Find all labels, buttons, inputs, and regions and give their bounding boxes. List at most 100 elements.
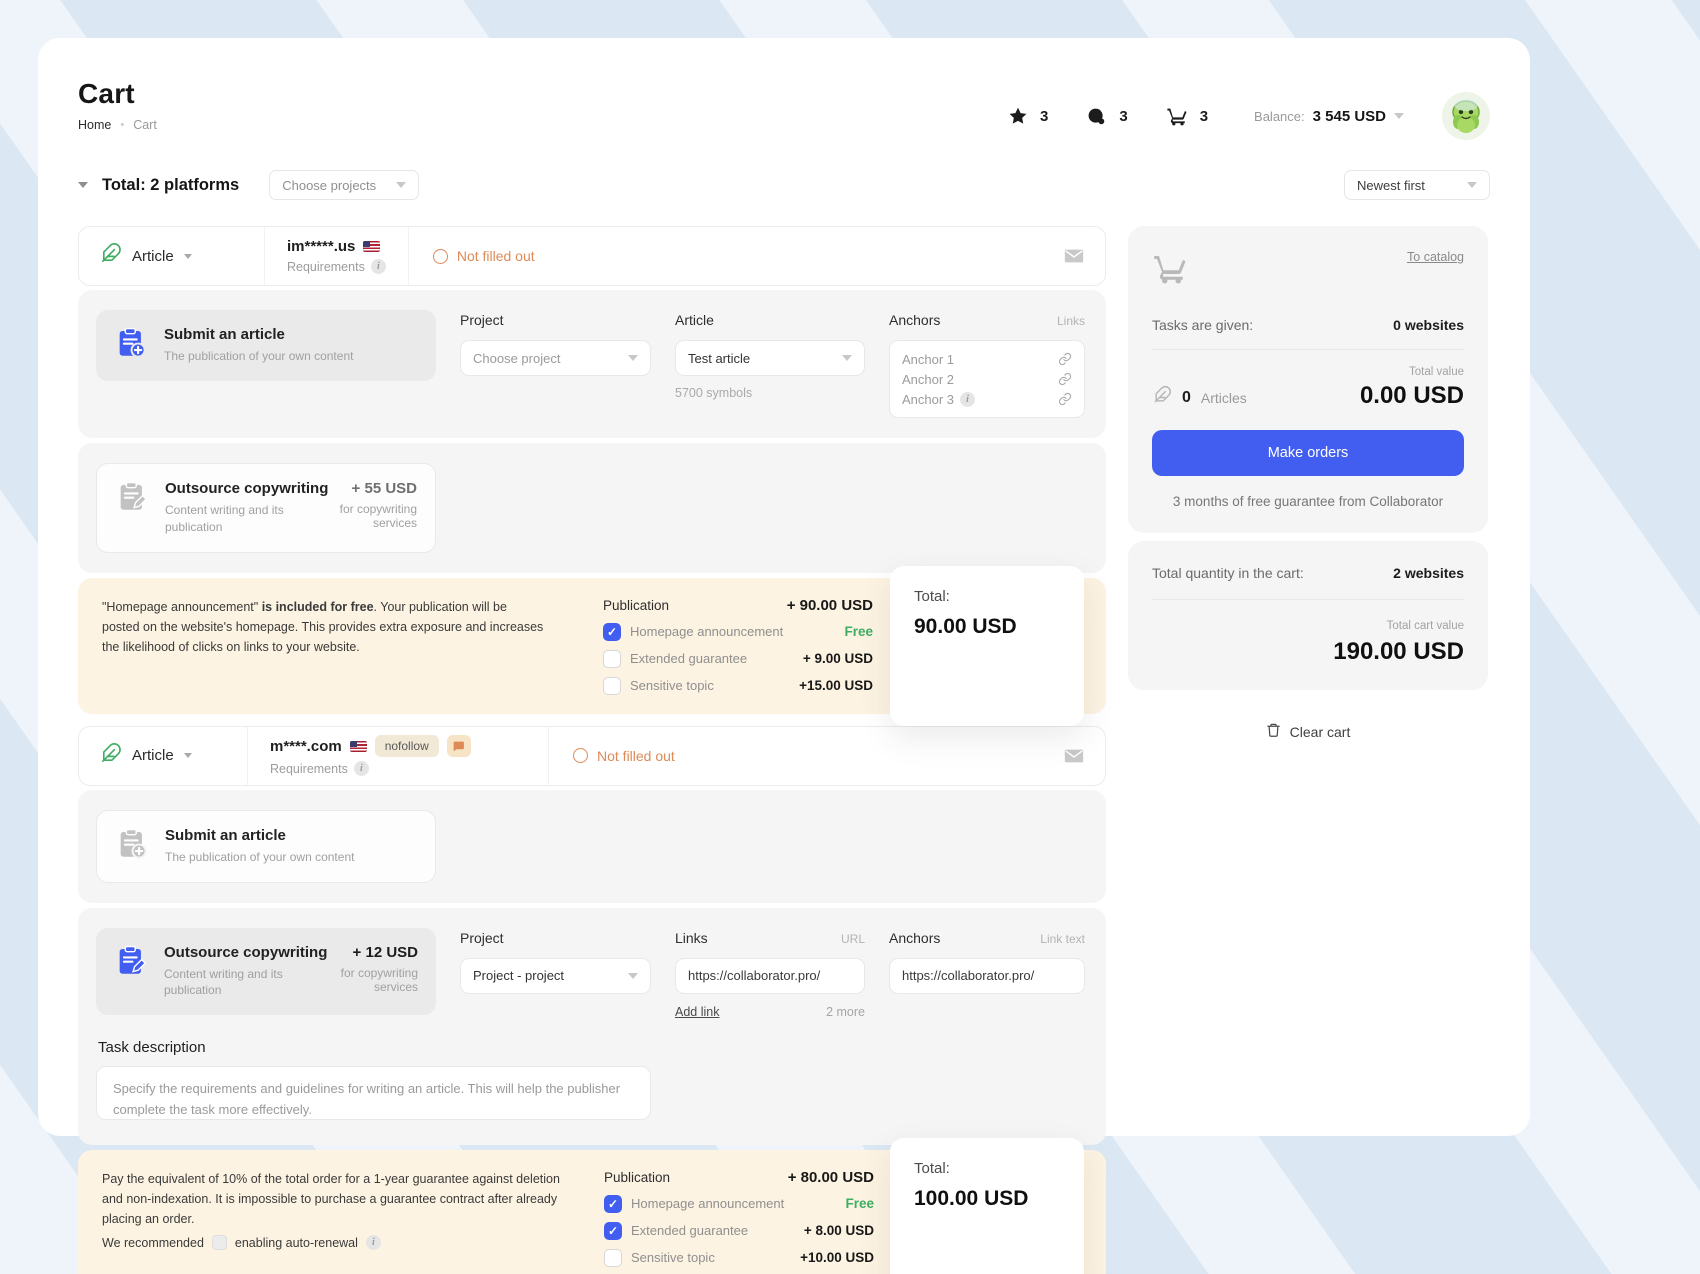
tasks-given-label: Tasks are given: [1152, 317, 1253, 333]
info-icon[interactable]: i [960, 392, 975, 407]
checkbox[interactable] [604, 1249, 622, 1267]
item-total-value: 90.00 USD [914, 615, 1060, 639]
option-sensitive-topic: Sensitive topic +15.00 USD [603, 677, 873, 695]
divider [1152, 599, 1464, 600]
articles-count: 0 [1182, 389, 1191, 407]
project-column: Project Choose project [460, 310, 651, 376]
message-button[interactable] [1063, 745, 1085, 767]
order-summary-card: To catalog Tasks are given: 0 websites 0… [1128, 226, 1488, 533]
breadcrumb-home-link[interactable]: Home [78, 118, 111, 132]
info-icon[interactable]: i [354, 761, 369, 776]
info-icon[interactable]: i [366, 1235, 381, 1250]
anchors-column: Anchors Links Anchor 1 Anchor 2 [889, 310, 1085, 418]
cart-nav[interactable]: 3 [1166, 105, 1208, 127]
messages-nav[interactable]: 3 [1086, 106, 1127, 127]
info-icon[interactable]: i [371, 259, 386, 274]
project-column: Project Project - project [460, 928, 651, 994]
checkbox[interactable] [603, 677, 621, 695]
balance-value: 3 545 USD [1313, 108, 1386, 125]
requirements-link[interactable]: Requirements [287, 260, 365, 274]
feather-icon [99, 742, 122, 770]
favorites-nav[interactable]: 3 [1008, 106, 1048, 126]
chevron-down-icon [628, 355, 638, 361]
outsource-section-1: Outsource copywriting + 55 USD Content w… [78, 443, 1106, 573]
avatar[interactable] [1442, 92, 1490, 140]
guarantee-notice-2: Pay the equivalent of 10% of the total o… [78, 1150, 1106, 1274]
status-not-filled: Not filled out [409, 248, 1063, 264]
option-sensitive-topic: Sensitive topic +10.00 USD [604, 1249, 874, 1267]
cart-value-label: Total cart value [1152, 620, 1464, 632]
site-info: im*****.us Requirements i [265, 238, 408, 274]
breadcrumb-current: Cart [133, 118, 157, 132]
site-info: m****.com nofollow Requirements i [248, 735, 548, 776]
item-total-card-1: Total: 90.00 USD [890, 566, 1084, 726]
total-value: 0.00 USD [1360, 382, 1464, 410]
comment-icon[interactable] [447, 735, 471, 757]
cart-value: 190.00 USD [1152, 638, 1464, 666]
option-homepage-announcement: Homepage announcement Free [604, 1195, 874, 1213]
link-url-input[interactable] [675, 958, 865, 994]
notice-text: Pay the equivalent of 10% of the total o… [102, 1169, 582, 1267]
checkbox[interactable] [603, 650, 621, 668]
anchor-row: Anchor 3 i [902, 389, 1072, 409]
feather-icon [1152, 385, 1172, 410]
auto-renewal-checkbox[interactable] [212, 1235, 227, 1250]
cart-page: Cart Home • Cart 3 3 3 Balance: 3 54 [0, 0, 1700, 1274]
requirements-link[interactable]: Requirements [270, 762, 348, 776]
chevron-down-icon [184, 753, 192, 758]
outsource-copywriting-option[interactable]: Outsource copywriting + 12 USD Content w… [96, 928, 436, 1016]
chevron-down-icon [1467, 182, 1477, 188]
collapse-icon[interactable] [78, 182, 88, 188]
checkbox[interactable] [603, 623, 621, 641]
checkbox[interactable] [604, 1222, 622, 1240]
submit-article-option[interactable]: Submit an article The publication of you… [96, 810, 436, 883]
link-icon[interactable] [1058, 352, 1072, 366]
anchor-row: Anchor 2 [902, 369, 1072, 389]
chevron-down-icon [396, 182, 406, 188]
feather-icon [99, 242, 122, 270]
task-description-input[interactable] [96, 1066, 651, 1120]
balance-dropdown[interactable]: Balance: 3 545 USD [1254, 108, 1404, 125]
checkbox[interactable] [604, 1195, 622, 1213]
cart-icon [1152, 250, 1188, 291]
platform-card-header-1: Article im*****.us Requirements i [78, 226, 1106, 286]
nofollow-badge: nofollow [375, 735, 439, 757]
clipboard-add-icon [114, 326, 148, 365]
link-icon[interactable] [1058, 372, 1072, 386]
chevron-down-icon [628, 973, 638, 979]
more-links-label: 2 more [826, 1005, 865, 1019]
item-total-card-2: Total: 100.00 USD [890, 1138, 1084, 1274]
anchors-list: Anchor 1 Anchor 2 Anchor 3 i [889, 340, 1085, 418]
anchors-column: Anchors Link text [889, 928, 1085, 994]
add-link-button[interactable]: Add link [675, 1005, 719, 1019]
make-orders-button[interactable]: Make orders [1152, 430, 1464, 476]
project-select[interactable]: Project - project [460, 958, 651, 994]
sort-select[interactable]: Newest first [1344, 170, 1490, 200]
clear-cart-button[interactable]: Clear cart [1128, 722, 1488, 741]
site-name: im*****.us [287, 238, 355, 255]
site-name: m****.com [270, 738, 342, 755]
submit-article-option[interactable]: Submit an article The publication of you… [96, 310, 436, 381]
total-quantity-label: Total quantity in the cart: [1152, 565, 1304, 581]
title-block: Cart Home • Cart [78, 78, 157, 132]
messages-count: 3 [1119, 108, 1127, 125]
outsource-copywriting-option[interactable]: Outsource copywriting + 55 USD Content w… [96, 463, 436, 553]
link-icon[interactable] [1058, 392, 1072, 406]
option-extended-guarantee: Extended guarantee + 9.00 USD [603, 650, 873, 668]
submit-section-1: Submit an article The publication of you… [78, 290, 1106, 438]
anchor-text-input[interactable] [889, 958, 1085, 994]
project-select[interactable]: Choose project [460, 340, 651, 376]
main-container: Cart Home • Cart 3 3 3 Balance: 3 54 [38, 38, 1530, 1136]
to-catalog-link[interactable]: To catalog [1407, 250, 1464, 264]
choose-projects-select[interactable]: Choose projects [269, 170, 419, 200]
article-select[interactable]: Test article [675, 340, 865, 376]
header-actions: 3 3 3 Balance: 3 545 USD [1008, 78, 1490, 140]
content-type-select[interactable]: Article [99, 742, 247, 770]
anchor-row: Anchor 1 [902, 349, 1072, 369]
content-type-select[interactable]: Article [99, 242, 264, 270]
status-circle-icon [573, 748, 588, 763]
clipboard-edit-icon [115, 480, 149, 519]
message-button[interactable] [1063, 245, 1085, 267]
page-header: Cart Home • Cart 3 3 3 Balance: 3 54 [78, 78, 1490, 140]
chevron-down-icon [184, 254, 192, 259]
